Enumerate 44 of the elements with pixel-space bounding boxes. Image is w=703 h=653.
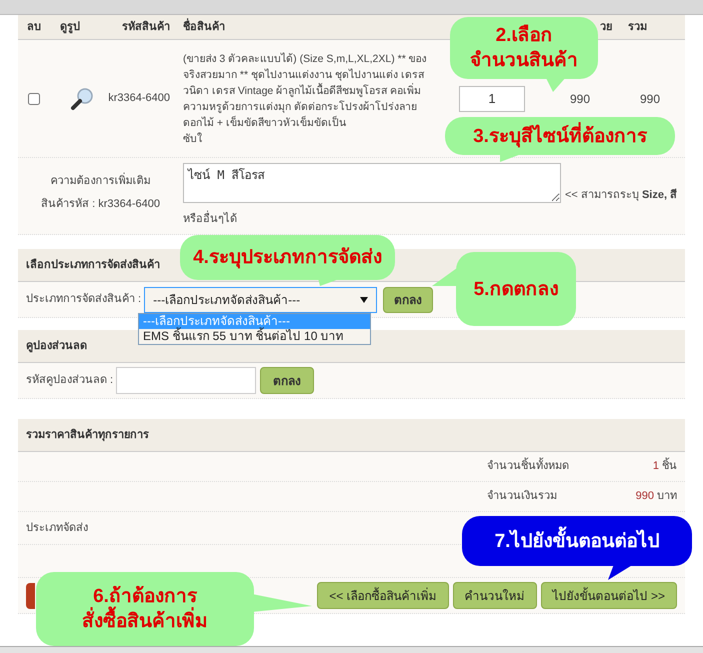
- callout-bubble: 5.กดตกลง: [456, 252, 576, 326]
- product-name: (ขายส่ง 3 ตัวคละแบบได้) (Size S,m,L,XL,2XL) ** ของจริงสวยมาก ** ชุดไปงานแต่งงาน ชุดไปงานแต่ง เดรสวนิดา เดรส Vintage ผ้าลูกไม้เนื้อดีสีชมพูโอรส คอเพิ่มความหรูด้วยการแต่งมุก ตัดต่อกระโปรงผ้าโปร่งลายดอกไม้ + เข็มขัดสีขาวหัวเข็มขัดเป็น: [183, 52, 428, 130]
- column-header: ดูรูป: [59, 20, 81, 36]
- callout-bubble: 2.เลือก จำนวนสินค้า: [450, 17, 598, 79]
- column-header: รหัสสินค้า: [121, 20, 170, 35]
- summary-label: จำนวนเงินรวม: [487, 489, 558, 504]
- hint-text: << สามารถระบุ Size, สี: [565, 188, 678, 203]
- callout-tail: [432, 268, 457, 286]
- summary-value: 1 ชิ้น: [607, 458, 677, 475]
- delete-checkbox[interactable]: [28, 92, 40, 104]
- column-header: ลบ: [26, 20, 42, 35]
- note-field[interactable]: ไซน์ M สีโอรส: [183, 163, 561, 203]
- coupon-label: รหัสคูปองส่วนลด :: [26, 373, 114, 388]
- summary-label: จำนวนชิ้นทั้งหมด: [487, 458, 607, 475]
- column-header: รวม: [627, 20, 648, 35]
- hint-text: หรืออื่นๆได้: [183, 211, 678, 228]
- action-button[interactable]: คำนวนใหม่: [452, 582, 537, 609]
- quantity-field[interactable]: 1: [459, 86, 525, 112]
- product-code-label: สินค้ารหัส : kr3364-6400: [41, 196, 160, 212]
- dropdown-option[interactable]: EMS ชิ้นแรก 55 บาท ชิ้นต่อไป 10 บาท: [139, 329, 370, 344]
- callout-bubble: 6.ถ้าต้องการ สั่งซื้อสินค้าเพิ่ม: [36, 572, 254, 646]
- summary-value: 990 บาท: [634, 489, 677, 504]
- action-button[interactable]: ไปยังขั้นตอนต่อไป >>: [540, 582, 677, 609]
- shipping-label: ประเภทการจัดส่งสินค้า :: [26, 292, 142, 308]
- action-button[interactable]: << เลือกซื้อสินค้าเพิ่ม: [317, 582, 449, 609]
- note-label: ความต้องการเพิ่มเติม: [50, 173, 150, 190]
- section-title: เลือกประเภทการจัดส่งสินค้า: [26, 258, 160, 273]
- unit-price: 990: [568, 90, 590, 108]
- section-title: รวมราคาสินค้าทุกรายการ: [26, 428, 149, 444]
- magnifier-icon[interactable]: [70, 86, 94, 110]
- partial-button[interactable]: [26, 582, 35, 608]
- coupon-field[interactable]: [116, 367, 256, 394]
- product-code: kr3364-6400: [107, 91, 170, 106]
- shipping-select[interactable]: ---เลือกประเภทจัดส่งสินค้า---: [144, 286, 378, 312]
- section-title: คูปองส่วนลด: [26, 338, 87, 354]
- ok-button[interactable]: ตกลง: [383, 286, 434, 312]
- ok-button[interactable]: ตกลง: [260, 367, 314, 394]
- column-header: วย: [599, 20, 612, 35]
- shipping-type-label: ประเภทจัดส่ง: [26, 520, 88, 536]
- callout-tail: [252, 594, 312, 612]
- column-header: ชื่อสินค้า: [170, 18, 440, 36]
- caret-icon: [360, 296, 368, 304]
- row-total: 990: [638, 90, 660, 108]
- product-name: ซับใ: [183, 132, 203, 146]
